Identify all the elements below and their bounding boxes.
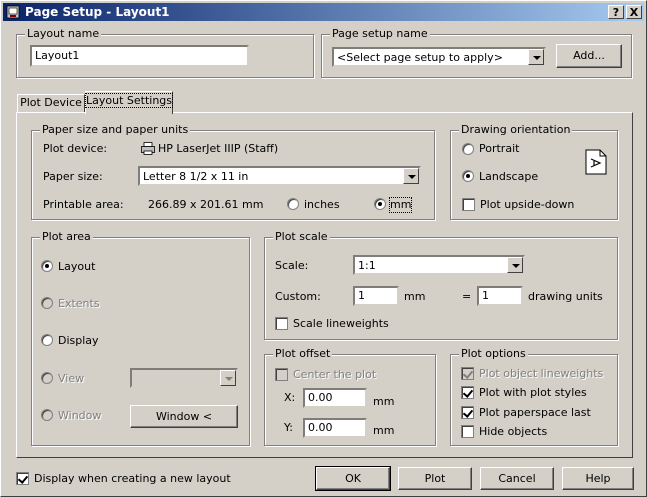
plot-scale-label: Plot scale bbox=[273, 230, 330, 244]
plot-options-label: Plot options bbox=[459, 347, 528, 361]
custom-drawing-units-input[interactable]: 1 bbox=[477, 286, 523, 306]
tab-layout-settings-label: Layout Settings bbox=[84, 93, 174, 108]
printable-area-value: 266.89 x 201.61 mm bbox=[148, 198, 264, 211]
chevron-down-icon[interactable] bbox=[403, 168, 419, 184]
hide-objects-label[interactable]: Hide objects bbox=[479, 425, 547, 439]
display-new-layout-checkbox[interactable] bbox=[16, 472, 29, 485]
plot-area-label: Plot area bbox=[40, 230, 93, 244]
landscape-orientation-icon bbox=[585, 149, 607, 175]
window-label[interactable]: Window bbox=[58, 409, 101, 423]
inches-radio[interactable] bbox=[287, 198, 299, 210]
title-bar[interactable]: Page Setup - Layout1 ? X bbox=[3, 3, 644, 21]
plot-with-styles-checkbox[interactable] bbox=[461, 386, 474, 399]
offset-x-input[interactable]: 0.00 bbox=[303, 388, 367, 408]
dialog-title: Page Setup - Layout1 bbox=[25, 5, 170, 19]
help-button[interactable]: Help bbox=[562, 467, 634, 490]
scale-select-value: 1:1 bbox=[358, 259, 376, 272]
offset-y-label: Y: bbox=[284, 421, 293, 434]
help-title-button[interactable]: ? bbox=[608, 5, 624, 19]
ok-button[interactable]: OK bbox=[315, 466, 391, 491]
view-label[interactable]: View bbox=[58, 372, 84, 386]
hide-objects-checkbox[interactable] bbox=[461, 425, 474, 438]
display-radio[interactable] bbox=[41, 334, 53, 346]
scale-label: Scale: bbox=[275, 259, 309, 272]
tab-plot-device[interactable]: Plot Device bbox=[17, 94, 85, 113]
extents-radio[interactable] bbox=[41, 297, 53, 309]
chevron-down-icon[interactable] bbox=[220, 370, 236, 386]
offset-x-unit: mm bbox=[373, 395, 395, 408]
center-plot-label[interactable]: Center the plot bbox=[293, 368, 376, 382]
chevron-down-icon[interactable] bbox=[528, 49, 544, 65]
scale-lineweights-checkbox[interactable] bbox=[275, 317, 288, 330]
plot-object-lineweights-checkbox[interactable] bbox=[461, 367, 474, 380]
plot-upside-down-label[interactable]: Plot upside-down bbox=[480, 198, 574, 212]
offset-y-unit: mm bbox=[373, 424, 395, 437]
display-label[interactable]: Display bbox=[58, 334, 99, 348]
center-plot-checkbox[interactable] bbox=[275, 368, 288, 381]
paper-size-label: Paper size: bbox=[43, 170, 103, 183]
scale-select[interactable]: 1:1 bbox=[353, 255, 525, 275]
printer-icon bbox=[141, 142, 155, 155]
cancel-button[interactable]: Cancel bbox=[480, 467, 554, 490]
page-setup-select[interactable]: <Select page setup to apply> bbox=[332, 47, 546, 67]
plot-device-value: HP LaserJet IIIP (Staff) bbox=[158, 142, 279, 155]
add-page-setup-button[interactable]: Add... bbox=[556, 44, 622, 68]
page-setup-dialog: Page Setup - Layout1 ? X Layout name Lay… bbox=[0, 0, 647, 497]
plot-object-lineweights-label[interactable]: Plot object lineweights bbox=[479, 367, 603, 381]
portrait-label[interactable]: Portrait bbox=[479, 142, 519, 156]
drawing-units-label: drawing units bbox=[528, 290, 603, 303]
display-new-layout-label[interactable]: Display when creating a new layout bbox=[34, 472, 231, 486]
portrait-radio[interactable] bbox=[462, 143, 474, 155]
plot-with-styles-label[interactable]: Plot with plot styles bbox=[479, 386, 587, 400]
close-button[interactable]: X bbox=[626, 5, 642, 19]
paper-size-group-label: Paper size and paper units bbox=[40, 123, 191, 137]
extents-label[interactable]: Extents bbox=[58, 297, 100, 311]
view-select[interactable] bbox=[130, 368, 238, 388]
layout-label[interactable]: Layout bbox=[58, 260, 95, 274]
landscape-radio[interactable] bbox=[462, 170, 474, 182]
plot-device-label: Plot device: bbox=[43, 142, 108, 155]
page-setup-select-value: <Select page setup to apply> bbox=[337, 51, 503, 64]
plot-paperspace-last-label[interactable]: Plot paperspace last bbox=[479, 406, 591, 420]
offset-y-input[interactable]: 0.00 bbox=[303, 418, 367, 438]
scale-lineweights-label[interactable]: Scale lineweights bbox=[293, 317, 389, 331]
layout-name-input[interactable]: Layout1 bbox=[30, 45, 249, 67]
inches-label[interactable]: inches bbox=[304, 198, 340, 212]
window-radio[interactable] bbox=[41, 409, 53, 421]
plot-upside-down-checkbox[interactable] bbox=[462, 198, 475, 211]
page-setup-name-label: Page setup name bbox=[330, 27, 430, 41]
layout-radio[interactable] bbox=[41, 260, 53, 272]
printable-area-label: Printable area: bbox=[43, 198, 124, 211]
paper-size-select[interactable]: Letter 8 1/2 x 11 in bbox=[138, 166, 421, 186]
drawing-orientation-label: Drawing orientation bbox=[459, 123, 573, 137]
custom-mm-unit: mm bbox=[404, 290, 426, 303]
mm-label[interactable]: mm bbox=[388, 197, 413, 213]
app-icon bbox=[6, 5, 20, 19]
custom-label: Custom: bbox=[275, 290, 321, 303]
window-pick-button[interactable]: Window < bbox=[130, 405, 238, 428]
mm-radio[interactable] bbox=[374, 198, 386, 210]
plot-button[interactable]: Plot bbox=[398, 467, 472, 490]
tab-layout-settings[interactable]: Layout Settings bbox=[84, 91, 174, 114]
plot-paperspace-last-checkbox[interactable] bbox=[461, 406, 474, 419]
equals-sign: = bbox=[462, 290, 472, 303]
offset-x-label: X: bbox=[284, 391, 296, 404]
custom-mm-input[interactable]: 1 bbox=[353, 286, 399, 306]
layout-name-label: Layout name bbox=[25, 27, 102, 41]
plot-offset-label: Plot offset bbox=[273, 347, 333, 361]
paper-size-select-value: Letter 8 1/2 x 11 in bbox=[143, 170, 249, 183]
chevron-down-icon[interactable] bbox=[507, 257, 523, 273]
view-radio[interactable] bbox=[41, 372, 53, 384]
landscape-label[interactable]: Landscape bbox=[479, 170, 538, 184]
